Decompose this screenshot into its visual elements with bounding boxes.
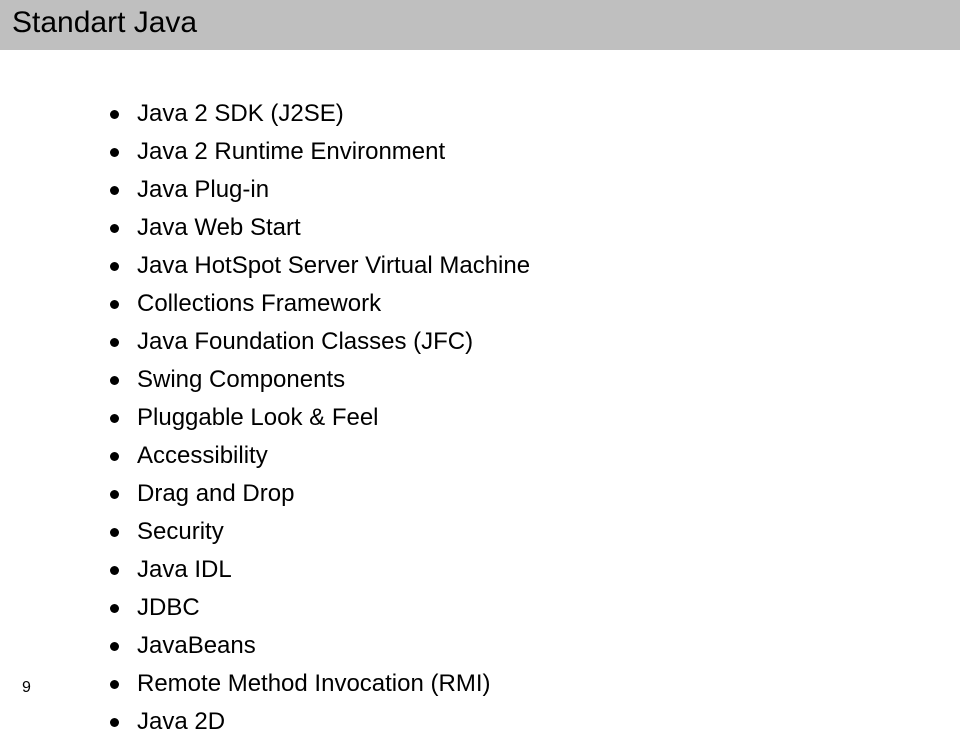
list-item: JDBC [110, 594, 960, 622]
list-item-label: Remote Method Invocation (RMI) [137, 670, 490, 698]
bullet-icon [110, 528, 119, 537]
list-item-label: Java HotSpot Server Virtual Machine [137, 252, 530, 280]
list-item: Java IDL [110, 556, 960, 584]
content-area: Java 2 SDK (J2SE) Java 2 Runtime Environ… [0, 50, 960, 736]
bullet-icon [110, 566, 119, 575]
bullet-icon [110, 718, 119, 727]
list-item: Java Plug-in [110, 176, 960, 204]
list-item: Java Web Start [110, 214, 960, 242]
list-item: Java 2 SDK (J2SE) [110, 100, 960, 128]
bullet-icon [110, 414, 119, 423]
list-item: Collections Framework [110, 290, 960, 318]
list-item-label: Security [137, 518, 224, 546]
list-item: JavaBeans [110, 632, 960, 660]
bullet-icon [110, 642, 119, 651]
slide-title: Standart Java [12, 6, 948, 40]
bullet-icon [110, 338, 119, 347]
list-item: Accessibility [110, 442, 960, 470]
list-item-label: JDBC [137, 594, 200, 622]
list-item: Security [110, 518, 960, 546]
bullet-list: Java 2 SDK (J2SE) Java 2 Runtime Environ… [110, 100, 960, 736]
list-item: Java 2D [110, 708, 960, 736]
list-item-label: Pluggable Look & Feel [137, 404, 379, 432]
bullet-icon [110, 490, 119, 499]
list-item: Java 2 Runtime Environment [110, 138, 960, 166]
list-item: Swing Components [110, 366, 960, 394]
bullet-icon [110, 186, 119, 195]
list-item-label: Java IDL [137, 556, 232, 584]
list-item-label: Swing Components [137, 366, 345, 394]
bullet-icon [110, 224, 119, 233]
list-item-label: Java Foundation Classes (JFC) [137, 328, 473, 356]
list-item: Java Foundation Classes (JFC) [110, 328, 960, 356]
list-item: Java HotSpot Server Virtual Machine [110, 252, 960, 280]
bullet-icon [110, 604, 119, 613]
bullet-icon [110, 110, 119, 119]
list-item-label: Java 2 SDK (J2SE) [137, 100, 344, 128]
list-item-label: Collections Framework [137, 290, 381, 318]
bullet-icon [110, 452, 119, 461]
bullet-icon [110, 680, 119, 689]
bullet-icon [110, 300, 119, 309]
list-item-label: Java 2 Runtime Environment [137, 138, 445, 166]
list-item-label: Java 2D [137, 708, 225, 736]
bullet-icon [110, 262, 119, 271]
list-item: Remote Method Invocation (RMI) [110, 670, 960, 698]
list-item-label: Java Plug-in [137, 176, 269, 204]
title-bar: Standart Java [0, 0, 960, 50]
bullet-icon [110, 376, 119, 385]
list-item: Pluggable Look & Feel [110, 404, 960, 432]
list-item-label: Java Web Start [137, 214, 301, 242]
list-item-label: Drag and Drop [137, 480, 294, 508]
list-item: Drag and Drop [110, 480, 960, 508]
list-item-label: Accessibility [137, 442, 268, 470]
page-number: 9 [22, 679, 31, 697]
list-item-label: JavaBeans [137, 632, 256, 660]
bullet-icon [110, 148, 119, 157]
